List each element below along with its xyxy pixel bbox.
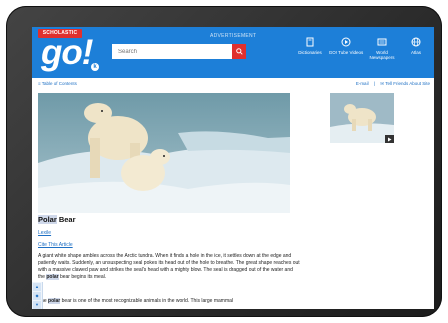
ad-label: ADVERTISEMENT [210, 33, 257, 39]
screen: SCHOLASTIC go! k ADVERTISEMENT Dictionar… [32, 27, 434, 309]
nav-label: World Newspapers [369, 50, 395, 60]
nav-label: GO! Tube Videos [328, 50, 364, 55]
lexile-link[interactable]: Lexile [38, 230, 51, 236]
video-icon [341, 37, 351, 47]
newspaper-icon [377, 38, 387, 46]
tablet-frame: SCHOLASTIC go! k ADVERTISEMENT Dictionar… [6, 6, 442, 317]
search-input[interactable] [112, 44, 232, 59]
tool-icon[interactable]: ▲ [33, 283, 41, 291]
tool-icon[interactable]: ◆ [33, 292, 41, 300]
header-bar: SCHOLASTIC go! k ADVERTISEMENT Dictionar… [32, 27, 434, 78]
nav-dictionaries[interactable]: Dictionaries [292, 37, 328, 55]
globe-icon [411, 37, 421, 47]
tool-icon[interactable]: ▼ [33, 301, 41, 309]
share-links: E-mail | ✉ Tell Friends About Site [352, 78, 430, 89]
highlight-word: polar [46, 274, 59, 280]
nav-videos[interactable]: GO! Tube Videos [328, 37, 364, 55]
polar-bear-photo [38, 93, 290, 213]
go-logo[interactable]: go! [41, 33, 93, 73]
title-highlight: Polar [38, 215, 57, 224]
logo-mark: k [91, 63, 99, 71]
para-text: bear is one of the most recognizable ani… [60, 298, 234, 304]
title-rest: Bear [56, 215, 76, 224]
nav-atlas[interactable]: Atlas [398, 37, 434, 55]
email-link[interactable]: E-mail [356, 81, 369, 86]
article-title: Polar Bear [38, 215, 76, 224]
play-button[interactable] [385, 135, 394, 143]
highlight-word: polar [48, 298, 61, 304]
play-icon [388, 137, 392, 141]
nav-label: Atlas [410, 50, 421, 55]
tell-friends-link[interactable]: ✉ Tell Friends About Site [380, 81, 430, 86]
separator: | [373, 81, 376, 86]
cite-article-link[interactable]: Cite This Article [38, 242, 73, 248]
article-paragraph: The polar bear is one of the most recogn… [38, 298, 300, 305]
article-paragraph: A giant white shape ambles across the Ar… [38, 253, 300, 281]
dictionary-icon [306, 37, 314, 47]
table-of-contents-link[interactable]: ≡ Table of Contents [38, 78, 77, 89]
para-text: bear begins its meal. [58, 274, 107, 280]
sub-toolbar: ≡ Table of Contents E-mail | ✉ Tell Frie… [32, 78, 434, 89]
side-tools-panel: ▲ ◆ ▼ [32, 282, 43, 309]
search-button[interactable] [232, 44, 246, 59]
video-thumbnail[interactable] [330, 93, 394, 143]
nav-label: Dictionaries [298, 50, 322, 55]
nav-newspapers[interactable]: World Newspapers [364, 37, 400, 60]
search-icon [235, 48, 243, 55]
